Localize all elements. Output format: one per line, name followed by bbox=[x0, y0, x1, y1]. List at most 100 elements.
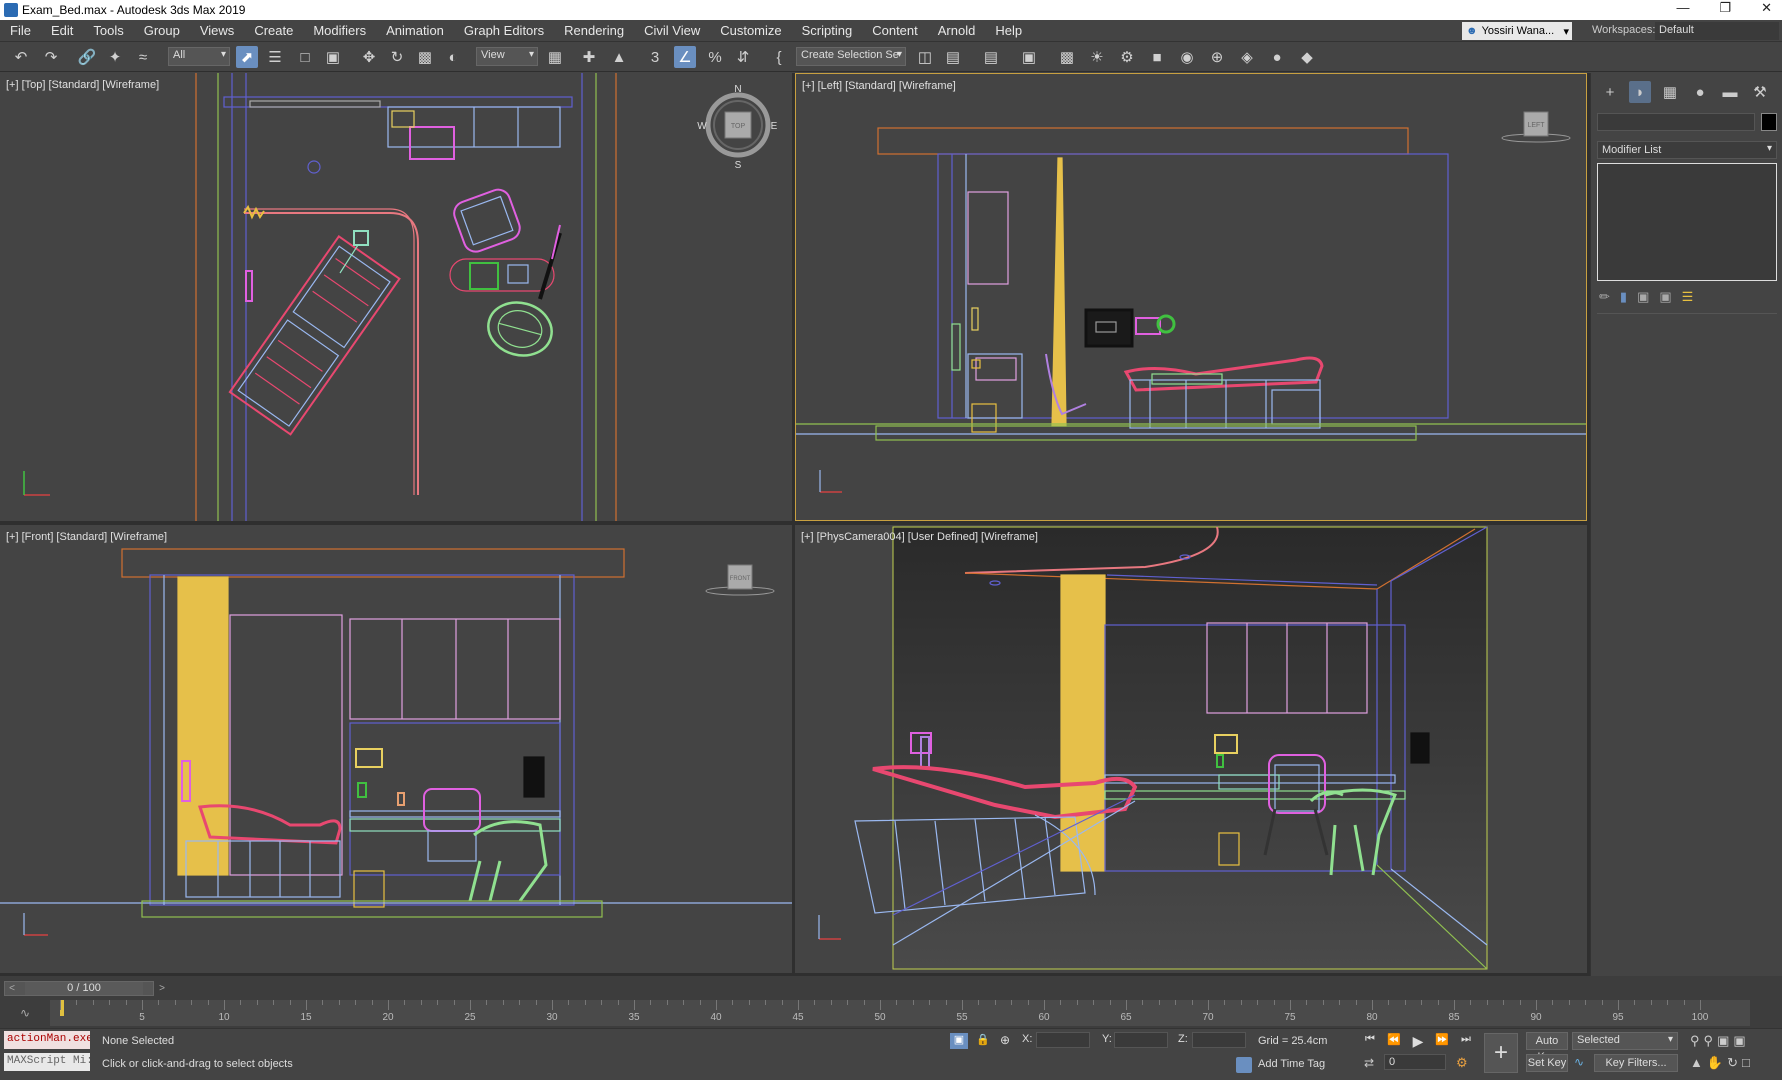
x-coordinate-field[interactable] bbox=[1036, 1032, 1090, 1048]
key-mode-dropdown[interactable]: Selected bbox=[1572, 1032, 1678, 1050]
selection-filter-dropdown[interactable]: All bbox=[168, 47, 230, 66]
key-mode-toggle-icon[interactable]: ⇄ bbox=[1364, 1056, 1374, 1070]
set-keys-button[interactable]: + bbox=[1484, 1033, 1518, 1073]
place-icon[interactable]: ◐ bbox=[442, 46, 464, 68]
viewport-front-label[interactable]: [+] [Front] [Standard] [Wireframe] bbox=[6, 531, 167, 543]
pan-icon[interactable]: ✋ bbox=[1707, 1055, 1723, 1071]
time-config-icon[interactable]: ⚙ bbox=[1456, 1055, 1468, 1071]
next-frame-icon[interactable]: ⏩ bbox=[1434, 1033, 1450, 1049]
percent-snap-icon[interactable]: % bbox=[704, 46, 726, 68]
viewport-left[interactable]: [+] [Left] [Standard] [Wireframe] LEFT bbox=[795, 73, 1587, 521]
render-icon[interactable]: ⚙ bbox=[1116, 46, 1138, 68]
a360-icon[interactable]: ◆ bbox=[1296, 46, 1318, 68]
crosshair-icon[interactable]: ⊕ bbox=[1206, 46, 1228, 68]
menu-animation[interactable]: Animation bbox=[376, 23, 454, 38]
zoom-extents-icon[interactable]: ▣ bbox=[1717, 1033, 1729, 1049]
viewport-top-label[interactable]: [+] [Top] [Standard] [Wireframe] bbox=[6, 79, 159, 91]
go-to-end-icon[interactable]: ⏭ bbox=[1458, 1033, 1474, 1049]
key-filters-button[interactable]: Key Filters... bbox=[1594, 1054, 1678, 1072]
menu-group[interactable]: Group bbox=[134, 23, 190, 38]
isolate-selection-icon[interactable]: ▣ bbox=[950, 1033, 968, 1049]
menu-tools[interactable]: Tools bbox=[83, 23, 133, 38]
set-key-button[interactable]: Set Key bbox=[1526, 1054, 1568, 1072]
object-color-swatch[interactable] bbox=[1761, 113, 1777, 131]
spinner-snap-icon[interactable]: ⇵ bbox=[732, 46, 754, 68]
select-manipulate-icon[interactable]: ✚ bbox=[578, 46, 600, 68]
mirror-icon[interactable]: ◫ bbox=[914, 46, 936, 68]
menu-rendering[interactable]: Rendering bbox=[554, 23, 634, 38]
hierarchy-tab-icon[interactable]: ▦ bbox=[1659, 81, 1681, 103]
reference-coordinate-dropdown[interactable]: View bbox=[476, 47, 538, 66]
utilities-tab-icon[interactable]: ⚒ bbox=[1749, 81, 1771, 103]
arnold-render-icon[interactable]: ◉ bbox=[1176, 46, 1198, 68]
unlink-icon[interactable]: ✦ bbox=[104, 46, 126, 68]
render-production-icon[interactable]: ■ bbox=[1146, 46, 1168, 68]
undo-icon[interactable]: ↶ bbox=[10, 46, 32, 68]
create-tab-icon[interactable]: + bbox=[1599, 81, 1621, 103]
window-crossing-icon[interactable]: ▣ bbox=[322, 46, 344, 68]
remove-modifier-icon[interactable]: ▣ bbox=[1659, 289, 1671, 305]
edit-named-selection-icon[interactable]: { bbox=[768, 46, 790, 68]
zoom-icon[interactable]: ⚲ bbox=[1690, 1033, 1700, 1049]
render-frame-icon[interactable]: ☀ bbox=[1086, 46, 1108, 68]
viewport-top[interactable]: [+] [Top] [Standard] [Wireframe] TOP N E… bbox=[0, 73, 792, 521]
motion-tab-icon[interactable]: ● bbox=[1689, 81, 1711, 103]
user-account-button[interactable]: ☻ Yossiri Wana... ▾ bbox=[1462, 22, 1572, 40]
named-selection-sets-dropdown[interactable]: Create Selection Se bbox=[796, 47, 906, 66]
menu-help[interactable]: Help bbox=[985, 23, 1032, 38]
viewport-camera[interactable]: [+] [PhysCamera004] [User Defined] [Wire… bbox=[795, 525, 1587, 973]
menu-create[interactable]: Create bbox=[244, 23, 303, 38]
viewport-front[interactable]: [+] [Front] [Standard] [Wireframe] FRONT bbox=[0, 525, 792, 973]
link-icon[interactable]: 🔗 bbox=[76, 46, 98, 68]
menu-scripting[interactable]: Scripting bbox=[792, 23, 863, 38]
play-icon[interactable]: ▶ bbox=[1410, 1033, 1426, 1049]
absolute-mode-icon[interactable]: ⊕ bbox=[1000, 1033, 1010, 1047]
render-setup-icon[interactable]: ▩ bbox=[1056, 46, 1078, 68]
minimize-button[interactable]: — bbox=[1676, 0, 1689, 16]
maximize-viewport-icon[interactable]: □ bbox=[1742, 1055, 1750, 1071]
scale-icon[interactable]: ▩ bbox=[414, 46, 436, 68]
current-frame-field[interactable]: 0 bbox=[1384, 1054, 1446, 1070]
viewport-left-label[interactable]: [+] [Left] [Standard] [Wireframe] bbox=[802, 80, 956, 92]
maxscript-listener-output[interactable]: actionMan.exe bbox=[4, 1031, 90, 1049]
menu-arnold[interactable]: Arnold bbox=[928, 23, 986, 38]
material-editor-icon[interactable]: ▣ bbox=[1018, 46, 1040, 68]
workspaces-dropdown[interactable]: Default bbox=[1655, 22, 1779, 40]
y-coordinate-field[interactable] bbox=[1114, 1032, 1168, 1048]
add-time-tag[interactable]: Add Time Tag bbox=[1258, 1058, 1325, 1070]
time-tag-icon[interactable] bbox=[1236, 1057, 1252, 1073]
orbit-icon[interactable]: ↻ bbox=[1727, 1055, 1738, 1071]
select-object-icon[interactable]: ⬈ bbox=[236, 46, 258, 68]
align-icon[interactable]: ▤ bbox=[942, 46, 964, 68]
menu-content[interactable]: Content bbox=[862, 23, 928, 38]
zoom-extents-all-icon[interactable]: ▣ bbox=[1733, 1033, 1745, 1049]
z-coordinate-field[interactable] bbox=[1192, 1032, 1246, 1048]
time-slider-next[interactable]: > bbox=[155, 982, 169, 995]
object-name-field[interactable] bbox=[1597, 113, 1755, 131]
track-bar[interactable]: 5 10 15 20 25 30 35 40 45 50 55 60 65 70 75 80 85 90 95 100 bbox=[50, 1000, 1750, 1026]
default-in-out-tangents-icon[interactable]: ∿ bbox=[1574, 1055, 1584, 1069]
bind-space-warp-icon[interactable]: ≈ bbox=[132, 46, 154, 68]
display-tab-icon[interactable]: ▬ bbox=[1719, 81, 1741, 103]
menu-views[interactable]: Views bbox=[190, 23, 244, 38]
selection-lock-icon[interactable]: 🔒 bbox=[976, 1033, 990, 1046]
modify-tab-icon[interactable]: ◗ bbox=[1629, 81, 1651, 103]
move-icon[interactable]: ✥ bbox=[358, 46, 380, 68]
modifier-stack[interactable] bbox=[1597, 163, 1777, 281]
field-of-view-icon[interactable]: ▲ bbox=[1690, 1055, 1703, 1071]
zoom-all-icon[interactable]: ⚲ bbox=[1704, 1033, 1714, 1049]
viewport-camera-label[interactable]: [+] [PhysCamera004] [User Defined] [Wire… bbox=[801, 531, 1038, 543]
menu-graph-editors[interactable]: Graph Editors bbox=[454, 23, 554, 38]
make-unique-icon[interactable]: ▣ bbox=[1637, 289, 1649, 305]
time-slider-position[interactable]: 0 / 100 bbox=[25, 982, 143, 995]
time-slider[interactable]: < 0 / 100 > bbox=[4, 981, 165, 996]
close-button[interactable]: ✕ bbox=[1761, 0, 1772, 16]
menu-edit[interactable]: Edit bbox=[41, 23, 83, 38]
menu-modifiers[interactable]: Modifiers bbox=[303, 23, 376, 38]
curve-editor-icon[interactable]: ∿ bbox=[20, 1006, 30, 1020]
redo-icon[interactable]: ↷ bbox=[40, 46, 62, 68]
previous-frame-icon[interactable]: ⏪ bbox=[1386, 1033, 1402, 1049]
keyboard-shortcut-override-icon[interactable]: ▲ bbox=[608, 46, 630, 68]
time-slider-prev[interactable]: < bbox=[5, 982, 19, 995]
pin-stack-icon[interactable]: ✏ bbox=[1599, 289, 1610, 305]
